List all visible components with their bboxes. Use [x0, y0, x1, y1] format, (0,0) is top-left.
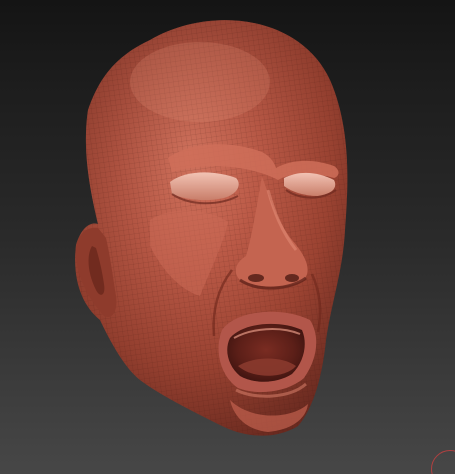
sculpted-head-mesh[interactable]: [0, 0, 455, 474]
forehead-highlight: [130, 42, 270, 122]
3d-viewport[interactable]: [0, 0, 455, 474]
